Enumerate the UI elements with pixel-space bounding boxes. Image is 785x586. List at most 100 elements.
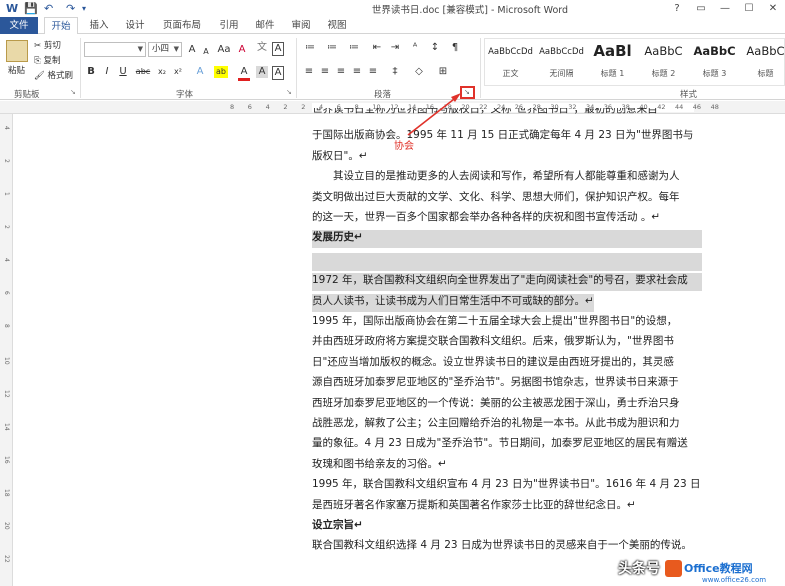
paste-button[interactable]: 粘贴 bbox=[8, 64, 25, 76]
save-icon[interactable]: 💾 bbox=[24, 2, 38, 15]
text-line[interactable]: 其设立目的是推动更多的人去阅读和写作，希望所有人都能尊重和感谢为人 bbox=[312, 169, 680, 183]
tab-file[interactable]: 文件 bbox=[0, 17, 38, 34]
text-line[interactable]: 量的象征。4 月 23 日成为"圣乔治节"。节日期间，加泰罗尼亚地区的居民有赠送 bbox=[312, 436, 688, 450]
tab-home[interactable]: 开始 bbox=[44, 17, 78, 35]
text-line[interactable]: 版权日"。↵ bbox=[312, 149, 368, 163]
ruler-tick: 42 bbox=[657, 103, 666, 111]
tab-review[interactable]: 审阅 bbox=[286, 17, 316, 34]
style-heading-2[interactable]: AaBbC 标题 2 bbox=[638, 39, 689, 85]
minimize-button[interactable]: — bbox=[713, 0, 737, 17]
subscript-icon[interactable]: x₂ bbox=[156, 66, 168, 78]
increase-indent-icon[interactable]: ⇥ bbox=[388, 42, 402, 54]
font-name-combo[interactable]: ▼ bbox=[84, 42, 146, 57]
section-heading[interactable]: 发展历史↵ bbox=[312, 230, 702, 249]
group-separator bbox=[80, 38, 81, 98]
styles-gallery[interactable]: AaBbCcDd 正文 AaBbCcDd 无间隔 AaBl 标题 1 AaBbC… bbox=[484, 38, 785, 86]
format-painter-button[interactable]: 🖌 格式刷 bbox=[34, 69, 73, 81]
text-line[interactable]: 1995 年，国际出版商协会在第二十五届全球大会上提出"世界图书日"的设想， bbox=[312, 314, 677, 328]
char-shading-icon[interactable]: A bbox=[256, 66, 268, 78]
decrease-indent-icon[interactable]: ⇤ bbox=[370, 42, 384, 54]
text-line[interactable]: 1995 年，联合国教科文组织宣布 4 月 23 日为"世界读书日"。1616 … bbox=[312, 477, 701, 491]
style-heading-1[interactable]: AaBl 标题 1 bbox=[587, 39, 638, 85]
distributed-icon[interactable]: ≡ bbox=[366, 66, 380, 78]
text-line[interactable]: 是西班牙著名作家塞万提斯和英国著名作家莎士比亚的辞世纪念日。↵ bbox=[312, 498, 636, 512]
underline-icon[interactable]: U bbox=[118, 66, 128, 78]
align-center-icon[interactable]: ≡ bbox=[318, 66, 332, 78]
chinese-layout-icon[interactable]: ᴬ bbox=[408, 42, 422, 54]
help-button[interactable]: ? bbox=[665, 0, 689, 17]
undo-icon[interactable]: ↶ bbox=[44, 2, 53, 15]
style-no-spacing[interactable]: AaBbCcDd 无间隔 bbox=[536, 39, 587, 85]
text-line[interactable]: 类文明做出过巨大贡献的文学、文化、科学、思想大师们，保护知识产权。每年 bbox=[312, 190, 680, 204]
multilevel-list-icon[interactable]: ≔ bbox=[346, 42, 362, 54]
text-line[interactable]: 于国际出版商协会。1995 年 11 月 15 日正式确定每年 4 月 23 日… bbox=[312, 128, 693, 142]
bullets-icon[interactable]: ≔ bbox=[302, 42, 318, 54]
redo-icon[interactable]: ↷ bbox=[66, 2, 75, 15]
change-case-icon[interactable]: Aa bbox=[216, 44, 232, 56]
borders-icon[interactable]: ⊞ bbox=[436, 66, 450, 78]
clear-format-icon[interactable]: A bbox=[236, 44, 248, 56]
text-line[interactable]: 的这一天，世界一百多个国家都会举办各种各样的庆祝和图书宣传活动 。↵ bbox=[312, 210, 660, 224]
vruler-tick: 12 bbox=[3, 390, 10, 398]
phonetic-icon[interactable]: 文 bbox=[256, 42, 268, 54]
style-heading-3[interactable]: AaBbC 标题 3 bbox=[689, 39, 740, 85]
text-line[interactable]: 员人人读书，让读书成为人们日常生活中不可或缺的部分。↵ bbox=[312, 293, 594, 312]
superscript-icon[interactable]: x² bbox=[172, 66, 184, 78]
justify-icon[interactable]: ≡ bbox=[350, 66, 364, 78]
text-line[interactable]: 西班牙加泰罗尼亚地区的一个传说：美丽的公主被恶龙困于深山，勇士乔治只身 bbox=[312, 396, 680, 410]
shading-icon[interactable]: ◇ bbox=[412, 66, 426, 78]
close-button[interactable]: ✕ bbox=[761, 0, 785, 17]
tab-page-layout[interactable]: 页面布局 bbox=[158, 17, 206, 34]
align-left-icon[interactable]: ≡ bbox=[302, 66, 316, 78]
ruler-tick: 2 bbox=[301, 103, 306, 111]
font-launcher-icon[interactable]: ↘ bbox=[286, 88, 292, 96]
vertical-ruler[interactable]: 4 2 1 2 4 6 8 10 12 14 16 18 20 22 bbox=[0, 114, 13, 586]
copy-button[interactable]: ⎘ 复制 bbox=[34, 54, 61, 66]
tab-references[interactable]: 引用 bbox=[214, 17, 244, 34]
text-line[interactable]: 源自西班牙加泰罗尼亚地区的"圣乔治节"。另据图书馆杂志，世界读书日来源于 bbox=[312, 375, 679, 389]
customize-qat-icon[interactable]: ▾ bbox=[82, 2, 86, 15]
grow-font-icon[interactable]: A bbox=[186, 44, 198, 56]
style-normal[interactable]: AaBbCcDd 正文 bbox=[485, 39, 536, 85]
show-marks-icon[interactable]: ¶ bbox=[448, 42, 462, 54]
maximize-button[interactable]: ☐ bbox=[737, 0, 761, 17]
annotation-label: 协会 bbox=[394, 141, 414, 152]
align-right-icon[interactable]: ≡ bbox=[334, 66, 348, 78]
tab-mailings[interactable]: 邮件 bbox=[250, 17, 280, 34]
style-title[interactable]: AaBbC 标题 bbox=[740, 39, 785, 85]
enclose-char-icon[interactable]: A bbox=[272, 42, 284, 56]
line-spacing-icon[interactable]: ‡ bbox=[388, 66, 402, 78]
tab-design[interactable]: 设计 bbox=[120, 17, 150, 34]
vruler-tick: 4 bbox=[3, 258, 10, 262]
char-border-icon[interactable]: A bbox=[272, 66, 284, 80]
paragraph-launcher-button[interactable]: ↘ bbox=[460, 86, 475, 99]
shrink-font-icon[interactable]: A bbox=[200, 46, 212, 58]
text-line[interactable]: 玫瑰和图书给亲友的习俗。↵ bbox=[312, 457, 447, 471]
clipboard-launcher-icon[interactable]: ↘ bbox=[70, 88, 76, 96]
text-line[interactable]: 并由西班牙政府将方案提交联合国教科文组织。后来，俄罗斯认为，"世界图书 bbox=[312, 334, 674, 348]
sort-icon[interactable]: ↕ bbox=[428, 42, 442, 54]
cut-button[interactable]: ✂ 剪切 bbox=[34, 39, 61, 51]
strikethrough-icon[interactable]: abc bbox=[134, 66, 152, 78]
text-line[interactable]: 日"还应当增加版权的概念。设立世界读书日的建议是由西班牙提出的，其灵感 bbox=[312, 355, 674, 369]
text-line[interactable]: 战胜恶龙，解救了公主；公主回赠给乔治的礼物是一本书。从此书成为胆识和力 bbox=[312, 416, 680, 430]
font-size-combo[interactable]: 小四 ▼ bbox=[148, 42, 182, 57]
ribbon-display-button[interactable]: ▭ bbox=[689, 0, 713, 17]
text-line[interactable]: 1972 年，联合国教科文组织向全世界发出了"走向阅读社会"的号召，要求社会成 bbox=[312, 273, 702, 292]
site-label: Office教程网 bbox=[684, 562, 753, 575]
bold-icon[interactable]: B bbox=[86, 66, 96, 78]
document-page[interactable]: 世界读书日全称为世界图书与版权日，又称"世界图书日"，最初的创意来自 于国际出版商… bbox=[312, 108, 702, 586]
font-color-icon[interactable]: A bbox=[238, 66, 250, 81]
tab-insert[interactable]: 插入 bbox=[84, 17, 114, 34]
vruler-tick: 2 bbox=[3, 225, 10, 229]
text-effects-icon[interactable]: A bbox=[194, 66, 206, 78]
document-workspace[interactable]: 4 2 1 2 4 6 8 10 12 14 16 18 20 22 世界读书日全称为世界图书与版权日，又… bbox=[0, 108, 785, 586]
ruler-tick: 48 bbox=[710, 103, 719, 111]
italic-icon[interactable]: I bbox=[102, 66, 112, 78]
numbering-icon[interactable]: ≔ bbox=[324, 42, 340, 54]
highlight-icon[interactable]: ab bbox=[214, 66, 228, 78]
tab-view[interactable]: 视图 bbox=[322, 17, 352, 34]
text-line[interactable] bbox=[312, 252, 702, 271]
paste-icon[interactable] bbox=[6, 40, 28, 62]
section-heading[interactable]: 设立宗旨↵ bbox=[312, 518, 363, 532]
